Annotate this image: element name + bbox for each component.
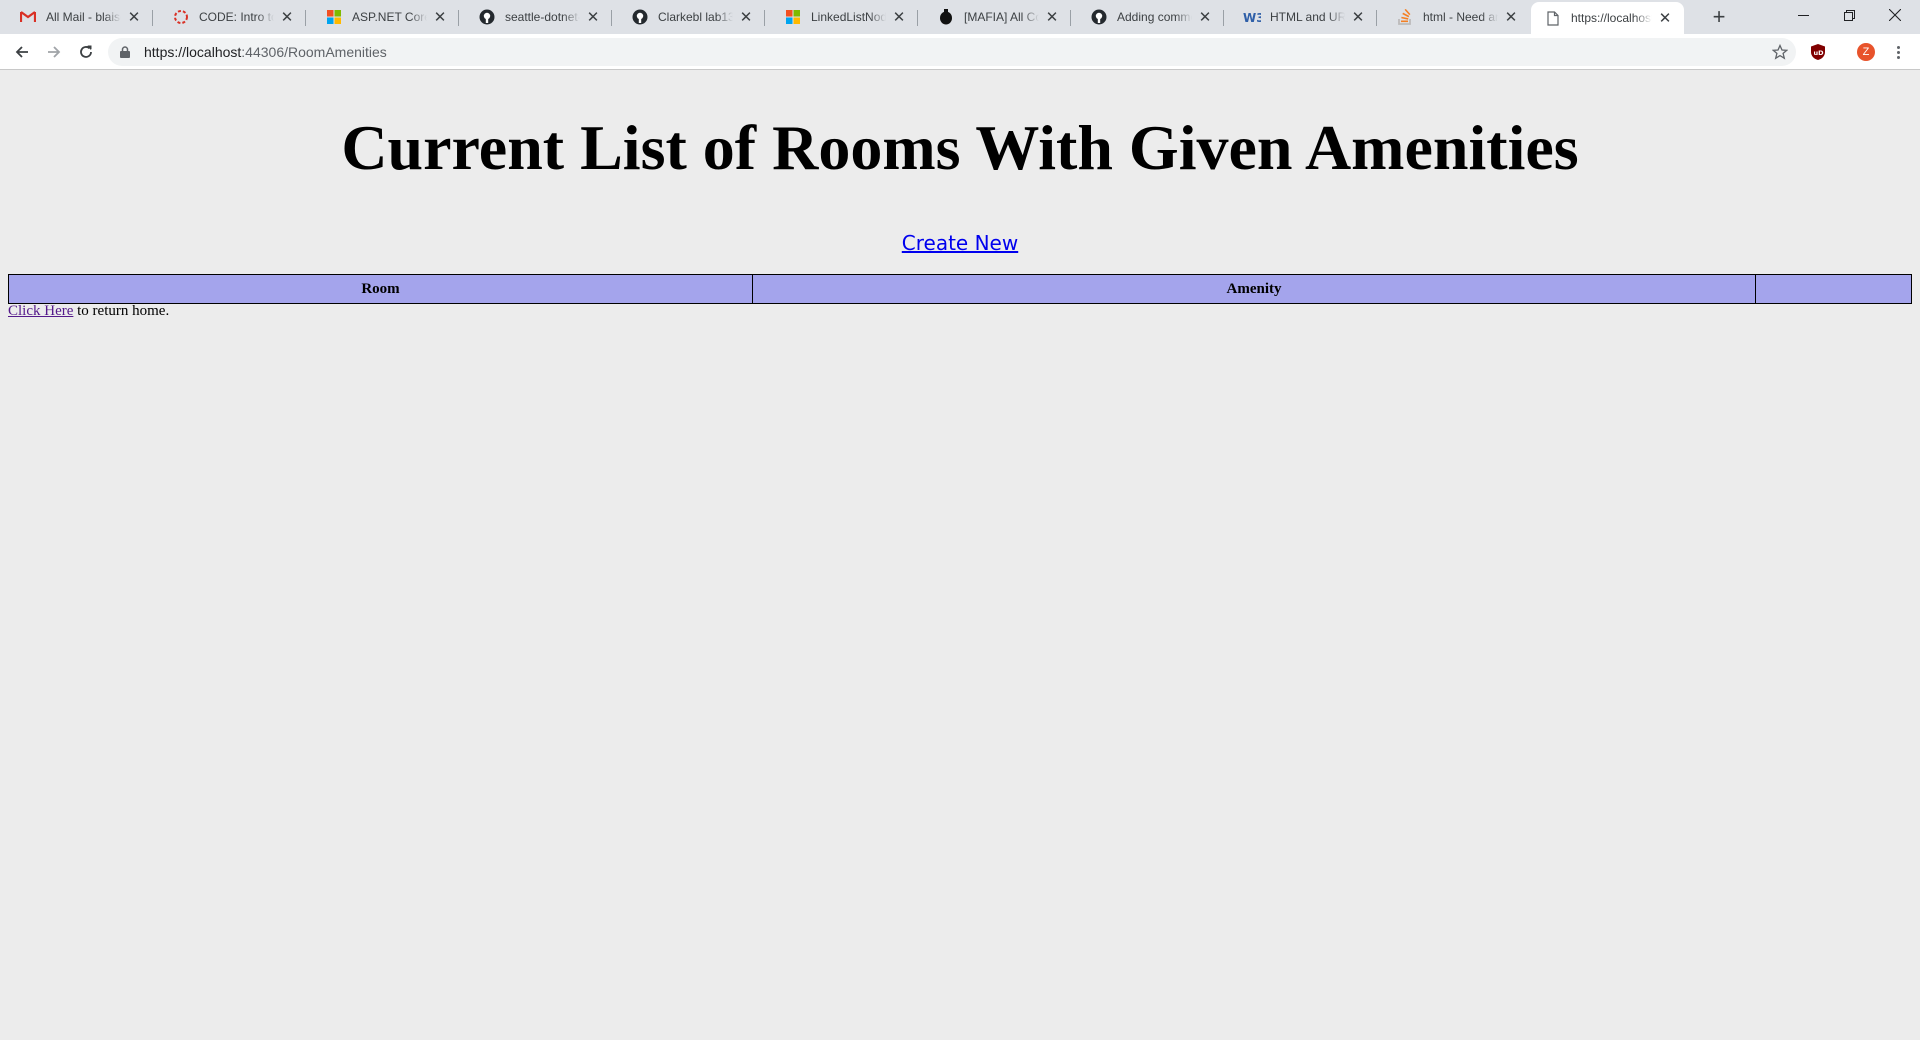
avatar: Z <box>1857 43 1875 61</box>
tab-title: HTML and URLs <box>1270 10 1345 24</box>
back-button[interactable] <box>8 38 36 66</box>
column-header-actions <box>1755 274 1912 304</box>
reload-icon <box>80 45 92 58</box>
close-tab-icon[interactable]: ✕ <box>737 8 755 26</box>
forward-button[interactable] <box>40 38 68 66</box>
tab-title: Adding comments <box>1117 10 1192 24</box>
stackoverflow-icon <box>1395 7 1415 27</box>
tab-title: html - Need an u <box>1423 10 1498 24</box>
close-window-button[interactable] <box>1872 0 1918 30</box>
plus-icon: + <box>1712 4 1726 29</box>
url-path: :44306/RoomAmenities <box>241 44 387 60</box>
forward-arrow-icon <box>48 46 61 58</box>
page-title: Current List of Rooms With Given Ameniti… <box>341 112 1579 183</box>
close-icon <box>1889 9 1901 21</box>
ublock-extension-icon[interactable]: uD <box>1808 42 1828 62</box>
close-tab-icon[interactable]: ✕ <box>1196 8 1214 26</box>
tab-linkedlistnode[interactable]: LinkedListNode<T> ✕ <box>765 0 918 34</box>
close-tab-icon[interactable]: ✕ <box>125 8 143 26</box>
url-host: https://localhost <box>144 44 242 60</box>
microsoft-icon <box>324 7 344 27</box>
profile-avatar[interactable]: Z <box>1856 42 1876 62</box>
create-new-link[interactable]: Create New <box>902 231 1018 255</box>
codefellows-icon <box>171 7 191 27</box>
close-tab-icon[interactable]: ✕ <box>1349 8 1367 26</box>
tab-html-urls[interactable]: W3 HTML and URLs ✕ <box>1224 0 1377 34</box>
close-tab-icon[interactable]: ✕ <box>278 8 296 26</box>
tab-aspnet[interactable]: ASP.NET Core MVC ✕ <box>306 0 459 34</box>
new-tab-button[interactable]: + <box>1706 4 1732 30</box>
return-home-link[interactable]: Click Here <box>8 303 73 319</box>
minimize-icon <box>1797 14 1809 16</box>
github-icon <box>1089 7 1109 27</box>
close-tab-icon[interactable]: ✕ <box>890 8 908 26</box>
tab-title: CODE: Intro to Er <box>199 10 274 24</box>
reload-button[interactable] <box>72 38 100 66</box>
close-tab-icon[interactable]: ✕ <box>1656 9 1674 27</box>
return-home-text: Click Here to return home. <box>8 303 169 320</box>
tab-mafia[interactable]: [MAFIA] All Copy ✕ <box>918 0 1071 34</box>
tab-title: Clarkebl lab13 by <box>658 10 733 24</box>
lock-icon <box>120 46 134 58</box>
address-bar[interactable]: https://localhost:44306/RoomAmenities <box>108 38 1796 66</box>
page-content: Current List of Rooms With Given Ameniti… <box>0 71 1920 1040</box>
restore-icon <box>1843 9 1855 21</box>
tab-strip: All Mail - blaisec ✕ CODE: Intro to Er ✕… <box>0 0 1920 34</box>
svg-text:W3: W3 <box>1243 11 1261 24</box>
tab-localhost[interactable]: https://localhost:4 ✕ <box>1531 2 1684 34</box>
svg-text:uD: uD <box>1814 49 1825 57</box>
tab-title: All Mail - blaisec <box>46 10 121 24</box>
tab-title: seattle-dotnet-401 <box>505 10 580 24</box>
w3schools-icon: W3 <box>1242 7 1262 27</box>
tab-title: https://localhost:4 <box>1571 11 1652 25</box>
close-tab-icon[interactable]: ✕ <box>1043 8 1061 26</box>
close-tab-icon[interactable]: ✕ <box>1502 8 1520 26</box>
url-text: https://localhost:44306/RoomAmenities <box>144 44 387 60</box>
mafia-icon <box>936 7 956 27</box>
browser-menu-icon[interactable] <box>1888 42 1908 62</box>
bookmark-star-icon[interactable] <box>1770 42 1790 62</box>
tab-title: ASP.NET Core MVC <box>352 10 427 24</box>
tab-stackoverflow[interactable]: html - Need an u ✕ <box>1377 0 1530 34</box>
github-icon <box>477 7 497 27</box>
tab-title: [MAFIA] All Copy <box>964 10 1039 24</box>
page-icon <box>1543 8 1563 28</box>
close-tab-icon[interactable]: ✕ <box>584 8 602 26</box>
table-header-row: Room Amenity <box>8 274 1912 304</box>
tab-title: LinkedListNode<T> <box>811 10 886 24</box>
gmail-icon <box>18 7 38 27</box>
tab-adding-comments[interactable]: Adding comments ✕ <box>1071 0 1224 34</box>
return-home-suffix: to return home. <box>73 303 170 319</box>
tab-code-intro[interactable]: CODE: Intro to Er ✕ <box>153 0 306 34</box>
create-new-container: Create New <box>0 231 1920 255</box>
minimize-button[interactable] <box>1780 0 1826 30</box>
column-header-room: Room <box>8 274 753 304</box>
restore-button[interactable] <box>1826 0 1872 30</box>
tab-clarkebl-lab13[interactable]: Clarkebl lab13 by ✕ <box>612 0 765 34</box>
room-amenities-table: Room Amenity <box>8 274 1912 304</box>
tab-gmail[interactable]: All Mail - blaisec ✕ <box>0 0 153 34</box>
tab-seattle-dotnet[interactable]: seattle-dotnet-401 ✕ <box>459 0 612 34</box>
column-header-amenity: Amenity <box>752 274 1756 304</box>
github-icon <box>630 7 650 27</box>
close-tab-icon[interactable]: ✕ <box>431 8 449 26</box>
back-arrow-icon <box>15 46 28 58</box>
microsoft-icon <box>783 7 803 27</box>
browser-toolbar: https://localhost:44306/RoomAmenities uD… <box>0 34 1920 70</box>
